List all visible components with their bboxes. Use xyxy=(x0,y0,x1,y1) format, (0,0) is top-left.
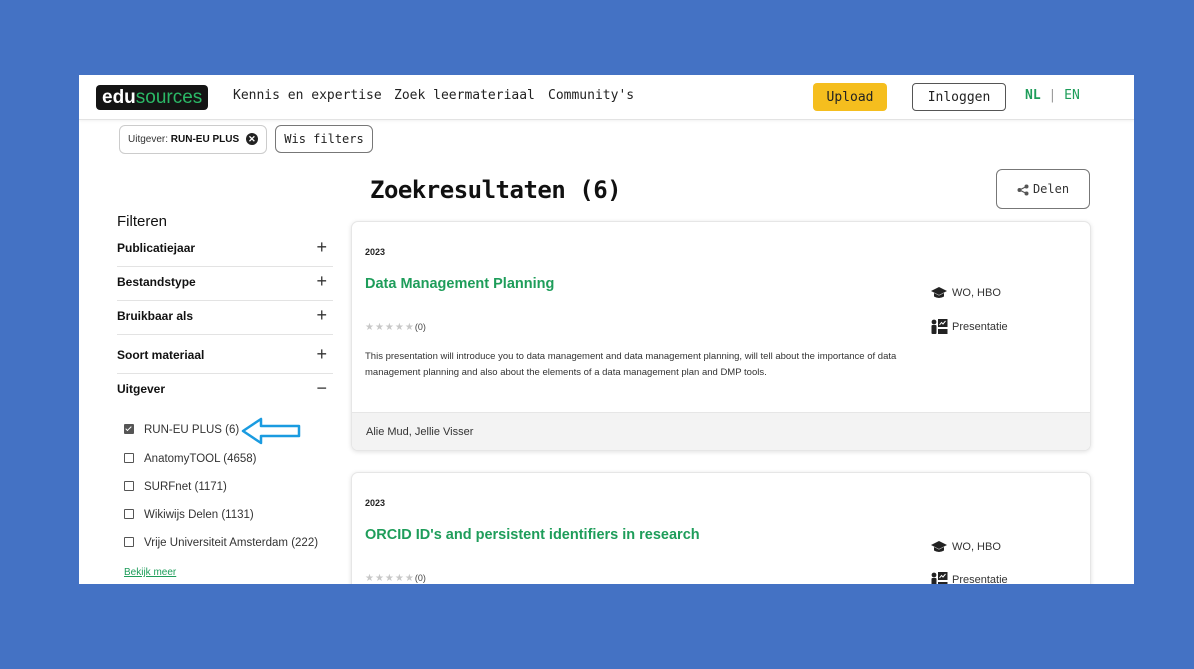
rating-count: (0) xyxy=(414,322,426,332)
login-button[interactable]: Inloggen xyxy=(912,83,1006,111)
option-label: AnatomyTOOL (4658) xyxy=(144,453,257,465)
option-label: Wikiwijs Delen (1131) xyxy=(144,509,254,521)
result-authors-footer: Alie Mud, Jellie Visser xyxy=(352,412,1090,450)
filter-heading: Filteren xyxy=(117,213,168,230)
remove-filter-icon[interactable]: ✕ xyxy=(245,133,258,146)
result-authors: Alie Mud, Jellie Visser xyxy=(366,426,474,438)
filter-chip-key: Uitgever: xyxy=(128,134,169,145)
nav-link-kennis[interactable]: Kennis en expertise xyxy=(233,88,382,103)
facet-label: Soort materiaal xyxy=(117,348,205,362)
language-switcher: NL | EN xyxy=(1025,88,1080,103)
result-card[interactable]: 2023 ORCID ID's and persistent identifie… xyxy=(351,472,1091,584)
facet-label: Bruikbaar als xyxy=(117,309,194,323)
result-year: 2023 xyxy=(365,247,386,257)
presentation-icon xyxy=(931,572,948,584)
logo-text-sources: sources xyxy=(135,87,203,108)
logo-text-edu: edu xyxy=(102,87,136,108)
graduation-cap-icon xyxy=(931,287,947,298)
result-title-link[interactable]: ORCID ID's and persistent identifiers in… xyxy=(365,527,700,543)
expand-plus-icon[interactable]: + xyxy=(316,271,327,292)
expand-plus-icon[interactable]: + xyxy=(316,305,327,326)
presentation-icon xyxy=(931,319,948,334)
share-button[interactable]: Delen xyxy=(996,169,1090,209)
rating-count: (0) xyxy=(414,573,426,583)
publisher-option-wikiwijs[interactable]: Wikiwijs Delen (1131) xyxy=(124,508,254,521)
graduation-cap-icon xyxy=(931,541,947,552)
facet-publicatiejaar[interactable]: Publicatiejaar + xyxy=(117,232,333,267)
facet-uitgever[interactable]: Uitgever − xyxy=(117,373,333,407)
option-label: SURFnet (1171) xyxy=(144,481,227,493)
results-title: Zoekresultaten (6) xyxy=(370,176,622,204)
checkbox[interactable] xyxy=(124,480,134,491)
filter-chip-value: RUN-EU PLUS xyxy=(170,134,240,145)
checkbox-checked[interactable] xyxy=(124,423,134,434)
upload-button[interactable]: Upload xyxy=(813,83,887,111)
expand-plus-icon[interactable]: + xyxy=(316,237,327,258)
annotation-arrow-icon xyxy=(241,417,301,445)
expand-plus-icon[interactable]: + xyxy=(316,344,327,365)
option-label: RUN-EU PLUS (6) xyxy=(144,424,240,436)
active-filter-chip[interactable]: Uitgever: RUN-EU PLUS ✕ xyxy=(119,125,267,154)
star-rating[interactable]: ★★★★★(0) xyxy=(365,573,426,584)
nav-link-communities[interactable]: Community's xyxy=(548,88,634,103)
checkbox[interactable] xyxy=(124,452,134,463)
material-type-text: Presentatie xyxy=(952,573,1008,584)
top-navigation: edusources Kennis en expertise Zoek leer… xyxy=(79,75,1134,120)
education-level: WO, HBO xyxy=(930,540,1001,554)
education-level-text: WO, HBO xyxy=(952,286,1001,299)
clear-filters-button[interactable]: Wis filters xyxy=(275,125,373,153)
publisher-option-vu-amsterdam[interactable]: Vrije Universiteit Amsterdam (222) xyxy=(124,536,319,549)
result-title-link[interactable]: Data Management Planning xyxy=(365,276,554,292)
share-icon xyxy=(1017,184,1029,195)
star-rating[interactable]: ★★★★★(0) xyxy=(365,322,426,333)
result-year: 2023 xyxy=(365,498,386,508)
material-type: Presentatie xyxy=(930,571,1008,584)
option-label: Vrije Universiteit Amsterdam (222) xyxy=(144,537,319,549)
facet-bestandstype[interactable]: Bestandstype + xyxy=(117,266,333,301)
publisher-option-anatomytool[interactable]: AnatomyTOOL (4658) xyxy=(124,452,257,465)
facet-label: Uitgever xyxy=(117,382,166,396)
education-level-text: WO, HBO xyxy=(952,540,1001,553)
facet-bruikbaar-als[interactable]: Bruikbaar als + xyxy=(117,300,333,335)
material-type-text: Presentatie xyxy=(952,320,1008,333)
collapse-minus-icon[interactable]: − xyxy=(316,378,327,399)
material-type: Presentatie xyxy=(930,318,1008,336)
publisher-option-run-eu-plus[interactable]: RUN-EU PLUS (6) xyxy=(124,423,240,436)
lang-separator: | xyxy=(1048,88,1057,103)
nav-link-zoek-leermateriaal[interactable]: Zoek leermateriaal xyxy=(394,88,535,103)
facet-label: Bestandstype xyxy=(117,275,196,289)
result-description: This presentation will introduce you to … xyxy=(365,351,897,378)
lang-nl-link[interactable]: NL xyxy=(1025,88,1041,103)
checkbox[interactable] xyxy=(124,536,134,547)
publisher-option-surfnet[interactable]: SURFnet (1171) xyxy=(124,480,227,493)
result-card[interactable]: 2023 Data Management Planning ★★★★★(0) T… xyxy=(351,221,1091,451)
show-more-link[interactable]: Bekijk meer xyxy=(124,567,176,578)
browser-viewport: edusources Kennis en expertise Zoek leer… xyxy=(79,75,1134,584)
facet-label: Publicatiejaar xyxy=(117,241,196,255)
edusources-logo[interactable]: edusources xyxy=(96,85,209,110)
education-level: WO, HBO xyxy=(930,286,1001,300)
lang-en-link[interactable]: EN xyxy=(1064,88,1080,103)
share-label: Delen xyxy=(1032,182,1070,196)
facet-soort-materiaal[interactable]: Soort materiaal + xyxy=(117,339,333,374)
checkbox[interactable] xyxy=(124,508,134,519)
